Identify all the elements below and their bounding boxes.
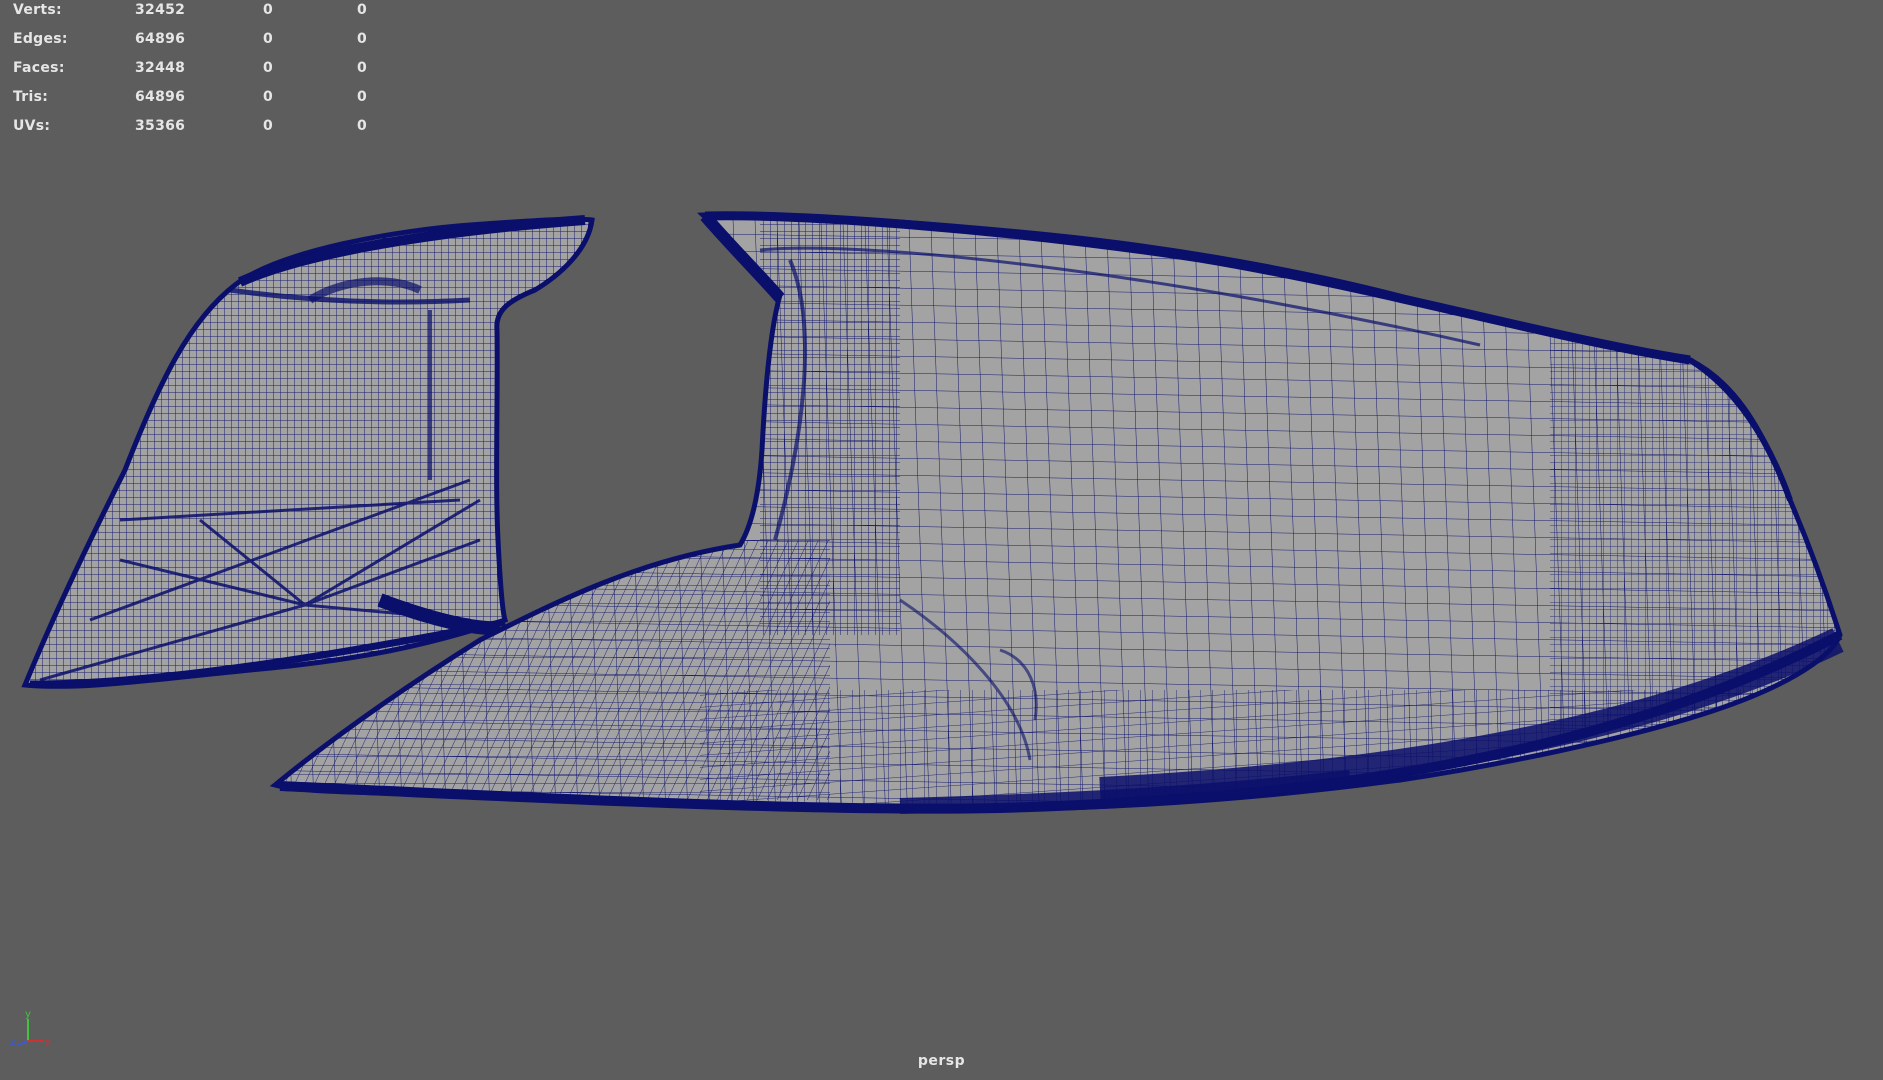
camera-name-label: persp bbox=[917, 1053, 966, 1069]
hud-value-faces-selected: 0 bbox=[263, 60, 274, 76]
hud-row-edges: Edges: 64896 0 0 bbox=[13, 29, 393, 58]
view-axis-gizmo-icon: y x z bbox=[10, 1009, 51, 1048]
axis-label-x: x bbox=[45, 1037, 51, 1048]
hud-value-faces-extra: 0 bbox=[357, 60, 368, 76]
hud-value-tris-total: 64896 bbox=[135, 89, 186, 105]
hud-value-tris-selected: 0 bbox=[263, 89, 274, 105]
hud-label-edges: Edges: bbox=[13, 31, 68, 47]
maya-viewport-persp[interactable]: Verts: 32452 0 0 Edges: 64896 0 0 Faces:… bbox=[0, 0, 1883, 1080]
hud-value-edges-selected: 0 bbox=[263, 31, 274, 47]
hud-value-uvs-total: 35366 bbox=[135, 118, 186, 134]
hud-row-uvs: UVs: 35366 0 0 bbox=[13, 116, 393, 145]
hud-label-faces: Faces: bbox=[13, 60, 65, 76]
hud-value-uvs-selected: 0 bbox=[263, 118, 274, 134]
hud-row-verts: Verts: 32452 0 0 bbox=[13, 0, 393, 29]
hud-row-tris: Tris: 64896 0 0 bbox=[13, 87, 393, 116]
axis-label-z: z bbox=[10, 1037, 15, 1048]
hud-label-tris: Tris: bbox=[13, 89, 49, 105]
axis-label-y: y bbox=[25, 1009, 31, 1020]
hud-label-uvs: UVs: bbox=[13, 118, 51, 134]
hud-value-edges-total: 64896 bbox=[135, 31, 186, 47]
hud-row-faces: Faces: 32448 0 0 bbox=[13, 58, 393, 87]
wireframe-mesh-viewport[interactable] bbox=[0, 0, 1883, 1080]
hud-value-verts-total: 32452 bbox=[135, 2, 186, 18]
hud-value-uvs-extra: 0 bbox=[357, 118, 368, 134]
hud-value-faces-total: 32448 bbox=[135, 60, 186, 76]
heads-up-display-poly-count: Verts: 32452 0 0 Edges: 64896 0 0 Faces:… bbox=[13, 0, 393, 145]
hud-value-tris-extra: 0 bbox=[357, 89, 368, 105]
hud-value-verts-extra: 0 bbox=[357, 2, 368, 18]
hud-label-verts: Verts: bbox=[13, 2, 62, 18]
hud-value-verts-selected: 0 bbox=[263, 2, 274, 18]
hud-value-edges-extra: 0 bbox=[357, 31, 368, 47]
